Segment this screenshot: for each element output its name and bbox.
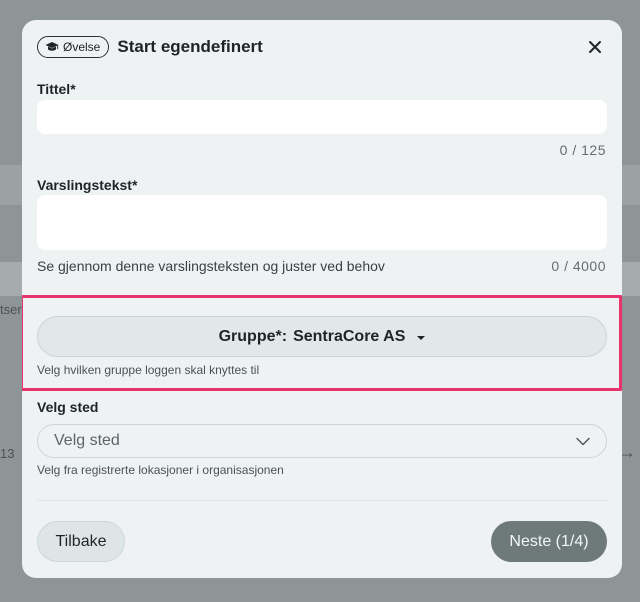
modal-title: Start egendefinert: [117, 37, 263, 56]
title-label: Tittel*: [37, 81, 76, 97]
title-input[interactable]: [37, 100, 607, 134]
background-text: 13: [0, 446, 15, 461]
message-label: Varslingstekst*: [37, 177, 138, 193]
location-label: Velg sted: [37, 399, 99, 415]
title-counter: 0 / 125: [559, 142, 606, 158]
graduation-cap-icon: [45, 42, 59, 51]
exercise-badge-label: Øvelse: [63, 40, 101, 54]
exercise-badge: Øvelse: [37, 36, 110, 58]
location-select[interactable]: Velg sted: [37, 424, 607, 458]
location-hint: Velg fra registrerte lokasjoner i organi…: [37, 463, 284, 477]
group-value: SentraCore AS: [293, 327, 406, 345]
group-label: Gruppe*:: [218, 327, 288, 345]
modal-header: Øvelse Start egendefinert: [37, 35, 607, 59]
close-icon[interactable]: [585, 37, 605, 57]
divider: [37, 500, 607, 501]
group-hint: Velg hvilken gruppe loggen skal knyttes …: [37, 363, 260, 377]
back-button[interactable]: Tilbake: [37, 521, 125, 562]
group-select-button[interactable]: Gruppe*: SentraCore AS: [37, 316, 607, 357]
start-custom-modal: Øvelse Start egendefinert Tittel* 0 / 12…: [22, 20, 622, 578]
caret-down-icon: [417, 335, 426, 340]
chevron-down-icon: [576, 437, 590, 445]
background-text: tser: [0, 302, 22, 317]
message-textarea[interactable]: [37, 195, 607, 250]
message-hint: Se gjennom denne varslingsteksten og jus…: [37, 258, 385, 274]
location-placeholder: Velg sted: [54, 432, 120, 449]
message-counter: 0 / 4000: [551, 258, 606, 274]
next-button[interactable]: Neste (1/4): [491, 521, 607, 562]
